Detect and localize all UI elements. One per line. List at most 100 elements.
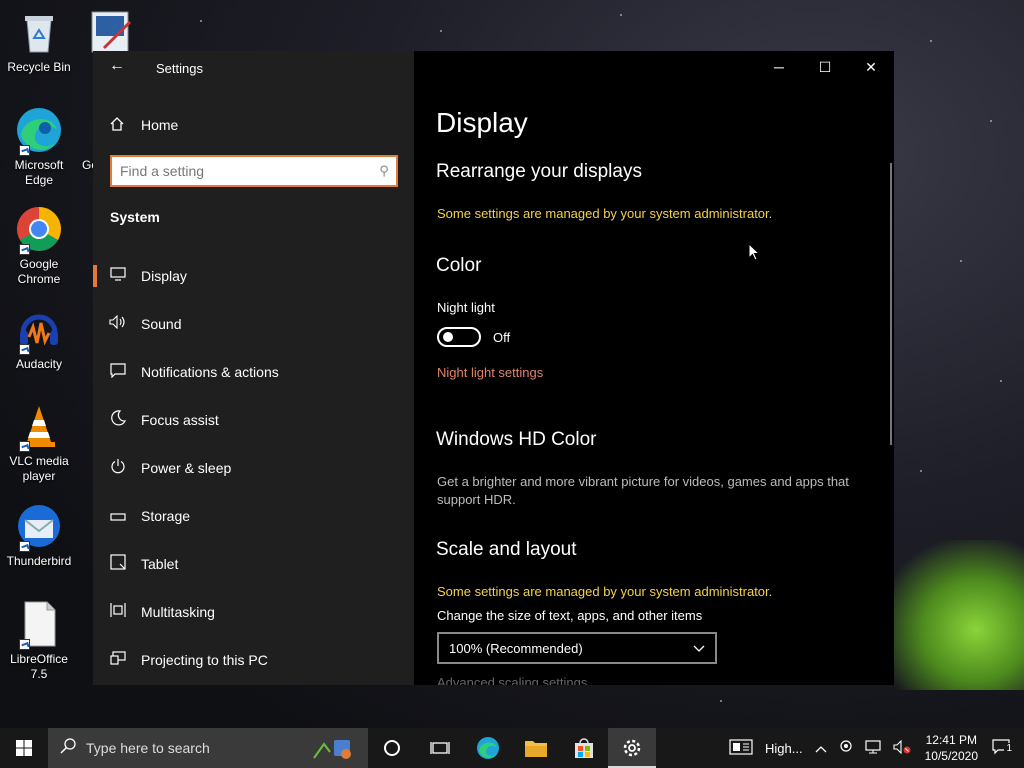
sidebar-item-tablet[interactable]: Tablet <box>93 540 414 588</box>
content-scrollbar[interactable] <box>890 163 892 445</box>
taskbar-store-button[interactable] <box>560 728 608 768</box>
message-icon <box>109 362 127 382</box>
network-icon[interactable] <box>859 739 887 757</box>
cortana-circle-icon <box>384 740 400 756</box>
image-file-icon <box>84 8 132 56</box>
webcam-icon[interactable] <box>833 739 859 757</box>
shortcut-arrow-icon <box>19 639 30 650</box>
taskbar: Type here to search High... 12:41 PM 10/… <box>0 728 1024 768</box>
edge-icon <box>477 737 499 759</box>
shortcut-arrow-icon <box>19 145 30 156</box>
task-view-button[interactable] <box>416 728 464 768</box>
night-light-settings-link[interactable]: Night light settings <box>437 365 543 380</box>
libreoffice-icon <box>15 600 63 650</box>
scale-dropdown[interactable]: 100% (Recommended) <box>437 632 717 664</box>
taskbar-search-placeholder: Type here to search <box>86 740 210 756</box>
settings-window: ← Settings Home ⚲ System Display <box>93 51 894 685</box>
cortana-button[interactable] <box>368 728 416 768</box>
store-bag-icon <box>575 738 593 758</box>
sidebar-item-label: Power & sleep <box>141 460 232 476</box>
desktop-icon-vlc[interactable]: VLC media player <box>4 402 74 484</box>
windows-logo-icon <box>16 740 32 756</box>
scale-admin-notice: Some settings are managed by your system… <box>437 584 773 599</box>
monitor-icon <box>109 267 127 285</box>
search-icon[interactable]: ⚲ <box>372 163 396 179</box>
desktop-icon-microsoft-edge[interactable]: Microsoft Edge <box>4 106 74 188</box>
tray-label[interactable]: High... <box>759 741 809 756</box>
sidebar-item-display[interactable]: Display <box>93 252 414 300</box>
sidebar-section-title: System <box>110 209 160 225</box>
sidebar-nav: Display Sound Notifications & actions Fo… <box>93 252 414 684</box>
desktop-icon-recycle-bin[interactable]: Recycle Bin <box>4 8 74 75</box>
audacity-icon <box>15 305 63 355</box>
hd-color-heading: Windows HD Color <box>436 429 597 450</box>
power-icon <box>109 458 127 478</box>
folder-icon <box>525 741 547 757</box>
back-arrow-icon[interactable]: ← <box>109 57 125 75</box>
taskbar-edge-button[interactable] <box>464 728 512 768</box>
shortcut-arrow-icon <box>19 244 30 255</box>
projector-icon <box>109 651 127 669</box>
taskbar-settings-button[interactable] <box>608 728 656 768</box>
speaker-icon <box>109 314 127 333</box>
sidebar-item-multitasking[interactable]: Multitasking <box>93 588 414 636</box>
notification-count-badge: 1 <box>1004 742 1014 754</box>
settings-search-box[interactable]: ⚲ <box>110 155 398 187</box>
settings-content: Display Rearrange your displays Some set… <box>414 51 894 685</box>
shortcut-arrow-icon <box>19 441 30 452</box>
sidebar-item-label: Projecting to this PC <box>141 652 268 668</box>
high-contrast-tray-icon[interactable] <box>723 738 759 758</box>
taskbar-search-box[interactable]: Type here to search <box>48 728 368 768</box>
wallpaper-tent <box>880 540 1024 690</box>
moon-icon <box>109 410 127 430</box>
sidebar-item-sound[interactable]: Sound <box>93 300 414 348</box>
clock-date: 10/5/2020 <box>924 749 978 763</box>
page-title: Display <box>436 107 528 138</box>
sidebar-item-label: Sound <box>141 316 182 332</box>
settings-search-input[interactable] <box>112 157 372 185</box>
size-label: Change the size of text, apps, and other… <box>437 608 703 623</box>
toggle-knob <box>443 332 453 342</box>
search-icon <box>60 738 76 758</box>
sidebar-home-label: Home <box>141 117 179 133</box>
desktop-icon-libreoffice[interactable]: LibreOffice 7.5 <box>4 600 74 682</box>
sidebar-item-label: Display <box>141 268 187 284</box>
scale-heading: Scale and layout <box>436 539 577 560</box>
taskbar-clock[interactable]: 12:41 PM 10/5/2020 <box>917 732 986 764</box>
night-light-toggle[interactable] <box>437 327 481 347</box>
start-button[interactable] <box>0 728 48 768</box>
window-title: Settings <box>156 61 203 76</box>
sidebar-item-label: Notifications & actions <box>141 364 279 380</box>
volume-muted-icon[interactable] <box>887 739 917 757</box>
sidebar-item-focus-assist[interactable]: Focus assist <box>93 396 414 444</box>
shortcut-arrow-icon <box>19 541 30 552</box>
hd-color-description: Get a brighter and more vibrant picture … <box>437 474 849 507</box>
advanced-scaling-link[interactable]: Advanced scaling settings <box>437 675 587 685</box>
edge-icon <box>15 106 63 156</box>
sidebar-home[interactable]: Home <box>109 113 178 137</box>
thunderbird-icon <box>15 502 63 552</box>
chevron-up-icon[interactable] <box>809 741 833 756</box>
search-highlight-icon <box>310 734 354 765</box>
sidebar-item-label: Multitasking <box>141 604 215 620</box>
notification-center-button[interactable]: 1 <box>986 738 1024 758</box>
chevron-down-icon <box>693 641 705 656</box>
sidebar-item-power-sleep[interactable]: Power & sleep <box>93 444 414 492</box>
chrome-icon <box>15 205 63 255</box>
admin-notice: Some settings are managed by your system… <box>437 206 773 221</box>
system-tray: High... 12:41 PM 10/5/2020 1 <box>723 728 1024 768</box>
sidebar-item-storage[interactable]: Storage <box>93 492 414 540</box>
desktop-icon-thunderbird[interactable]: Thunderbird <box>4 502 74 569</box>
multitasking-icon <box>109 602 127 622</box>
sidebar-item-projecting[interactable]: Projecting to this PC <box>93 636 414 684</box>
sidebar-item-notifications[interactable]: Notifications & actions <box>93 348 414 396</box>
recycle-bin-icon <box>15 8 63 56</box>
rearrange-heading: Rearrange your displays <box>436 161 642 182</box>
sidebar-item-label: Focus assist <box>141 412 219 428</box>
desktop-icon-google-chrome[interactable]: Google Chrome <box>4 205 74 287</box>
taskbar-file-explorer-button[interactable] <box>512 728 560 768</box>
vlc-cone-icon <box>15 402 63 452</box>
tablet-icon <box>109 554 127 574</box>
desktop-icon-audacity[interactable]: Audacity <box>4 305 74 372</box>
gear-icon <box>623 739 641 757</box>
